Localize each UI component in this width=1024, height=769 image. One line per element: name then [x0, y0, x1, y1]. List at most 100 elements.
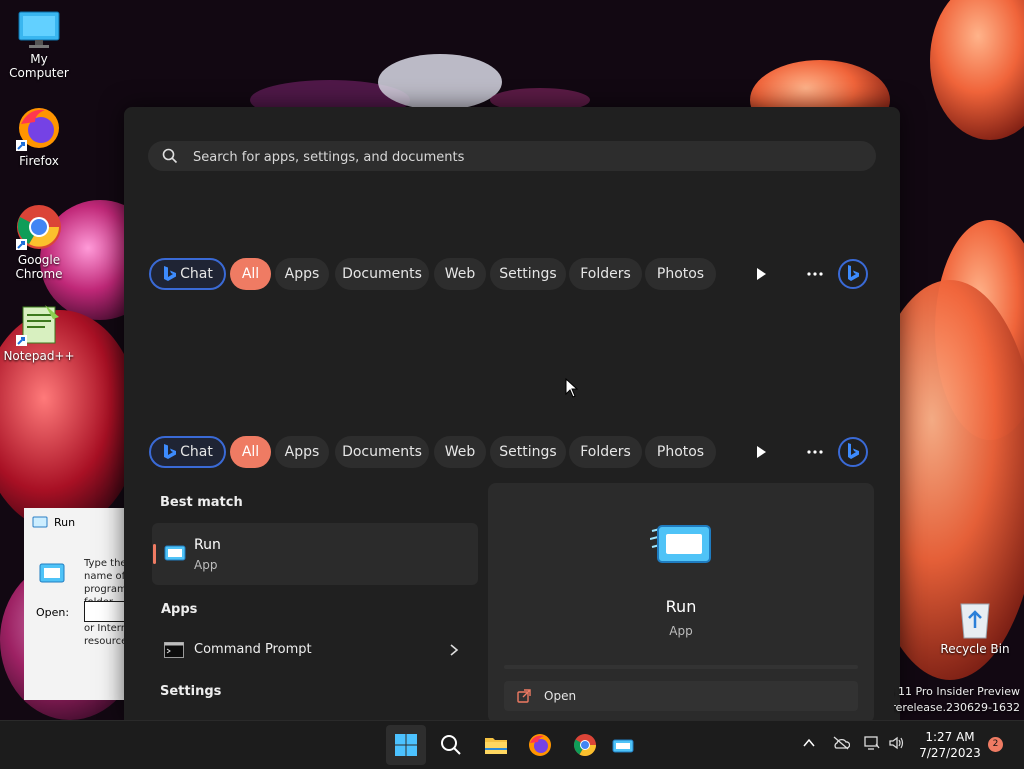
- desktop-icon-my-computer[interactable]: My Computer: [0, 10, 78, 80]
- desktop-icon-label: My Computer: [9, 52, 69, 80]
- chip-web[interactable]: Web: [434, 258, 486, 290]
- volume-icon[interactable]: [888, 736, 904, 750]
- open-action-button[interactable]: Open: [504, 681, 858, 711]
- chevron-up-icon[interactable]: [802, 736, 816, 750]
- chip-settings[interactable]: Settings: [490, 258, 566, 290]
- open-action-label: Open: [544, 689, 577, 703]
- os-watermark: Windows 11 Pro Insider Preview Evaluatio…: [894, 684, 1020, 716]
- taskbar-chrome[interactable]: [565, 725, 605, 765]
- selection-indicator: [153, 544, 156, 564]
- open-external-icon: [517, 689, 531, 703]
- computer-icon: [18, 11, 60, 48]
- bing-icon: [838, 437, 868, 467]
- bing-icon: [838, 259, 868, 289]
- preview-app-name: Run: [665, 597, 697, 616]
- command-prompt-icon: [164, 642, 184, 658]
- more-icon: [807, 272, 823, 276]
- search-icon: [441, 735, 461, 755]
- desktop-icon-label: Firefox: [19, 154, 59, 168]
- firefox-icon: [529, 734, 551, 756]
- system-clock[interactable]: 1:27 AM 7/27/2023: [914, 729, 986, 761]
- apps-heading: Apps: [161, 602, 198, 617]
- run-icon: [39, 563, 65, 583]
- desktop-icon-label: Google Chrome: [15, 253, 63, 281]
- settings-heading: Settings: [160, 684, 222, 699]
- chip-settings[interactable]: Settings: [490, 436, 566, 468]
- result-item-run[interactable]: Run App: [152, 523, 478, 585]
- divider: [504, 665, 858, 669]
- search-icon: [162, 148, 178, 164]
- chip-folders[interactable]: Folders: [569, 258, 642, 290]
- desktop-icon-firefox[interactable]: Firefox: [0, 104, 78, 168]
- run-dialog-title: Run: [54, 516, 76, 529]
- start-button[interactable]: [386, 725, 426, 765]
- network-icon[interactable]: [864, 736, 880, 750]
- chrome-icon: [16, 205, 61, 250]
- result-type: App: [194, 558, 218, 572]
- watermark-line-1: Windows 11 Pro Insider Preview: [894, 685, 1020, 698]
- play-icon: [757, 268, 766, 280]
- watermark-line-2: Evaluation copy. Build 25905.rs_prerelea…: [894, 701, 1020, 714]
- bing-chat-icon: [164, 444, 176, 459]
- chip-photos[interactable]: Photos: [645, 436, 716, 468]
- preview-pane: Run App Open: [488, 483, 874, 720]
- chip-apps[interactable]: Apps: [275, 436, 329, 468]
- notepad-plus-plus-icon: [16, 305, 59, 346]
- windows-icon: [395, 734, 417, 756]
- run-icon: [612, 739, 634, 753]
- notification-badge[interactable]: 2: [988, 737, 1003, 752]
- result-item-command-prompt[interactable]: Command Prompt: [152, 635, 478, 665]
- bing-chat-icon: [164, 266, 176, 281]
- taskbar: 1:27 AM 7/27/2023 2: [0, 720, 1024, 769]
- taskbar-firefox[interactable]: [520, 725, 560, 765]
- scroll-right-button[interactable]: [745, 436, 777, 468]
- best-match-heading: Best match: [160, 495, 243, 510]
- desktop-icon-recycle-bin[interactable]: Recycle Bin: [936, 598, 1014, 656]
- recycle-bin-icon: [960, 603, 990, 639]
- more-button[interactable]: [799, 258, 831, 290]
- filter-row: Chat All Apps Documents Web Settings Fol…: [149, 258, 877, 292]
- filter-row: Chat All Apps Documents Web Settings Fol…: [149, 436, 877, 470]
- run-icon: [164, 545, 186, 561]
- search-panel: Chat All Apps Documents Web Settings Fol…: [124, 107, 900, 720]
- chip-web[interactable]: Web: [434, 436, 486, 468]
- clock-time: 1:27 AM: [925, 730, 975, 744]
- chip-photos[interactable]: Photos: [645, 258, 716, 290]
- more-icon: [807, 450, 823, 454]
- chip-all[interactable]: All: [230, 258, 271, 290]
- chip-folders[interactable]: Folders: [569, 436, 642, 468]
- clock-date: 7/27/2023: [919, 746, 981, 760]
- desktop-icon-label: Notepad++: [3, 349, 75, 363]
- desktop-icon-notepad-plus-plus[interactable]: Notepad++: [0, 303, 78, 363]
- bing-button[interactable]: [837, 258, 869, 290]
- preview-app-type: App: [669, 624, 693, 638]
- chip-chat[interactable]: Chat: [149, 436, 226, 468]
- firefox-icon: [16, 108, 59, 151]
- search-box[interactable]: [148, 141, 876, 173]
- onedrive-offline-icon[interactable]: [832, 736, 850, 750]
- mouse-cursor: [565, 378, 579, 398]
- run-open-label: Open:: [36, 606, 70, 619]
- taskbar-file-explorer[interactable]: [476, 725, 516, 765]
- chip-chat[interactable]: Chat: [149, 258, 226, 290]
- play-icon: [757, 446, 766, 458]
- result-name: Command Prompt: [194, 642, 312, 657]
- scroll-right-button[interactable]: [745, 258, 777, 290]
- chip-all[interactable]: All: [230, 436, 271, 468]
- bing-button[interactable]: [837, 436, 869, 468]
- chip-documents[interactable]: Documents: [335, 436, 429, 468]
- desktop-icon-label: Recycle Bin: [940, 642, 1010, 656]
- chip-apps[interactable]: Apps: [275, 258, 329, 290]
- taskbar-run[interactable]: [603, 725, 643, 765]
- more-button[interactable]: [799, 436, 831, 468]
- result-name: Run: [194, 537, 221, 553]
- chrome-icon: [574, 734, 596, 756]
- search-input[interactable]: [191, 141, 855, 173]
- chevron-right-icon[interactable]: [448, 643, 460, 657]
- run-icon: [32, 516, 48, 528]
- run-icon: [650, 525, 711, 563]
- desktop-icon-chrome[interactable]: Google Chrome: [0, 203, 78, 281]
- folder-icon: [485, 738, 507, 754]
- chip-documents[interactable]: Documents: [335, 258, 429, 290]
- taskbar-search-button[interactable]: [431, 725, 471, 765]
